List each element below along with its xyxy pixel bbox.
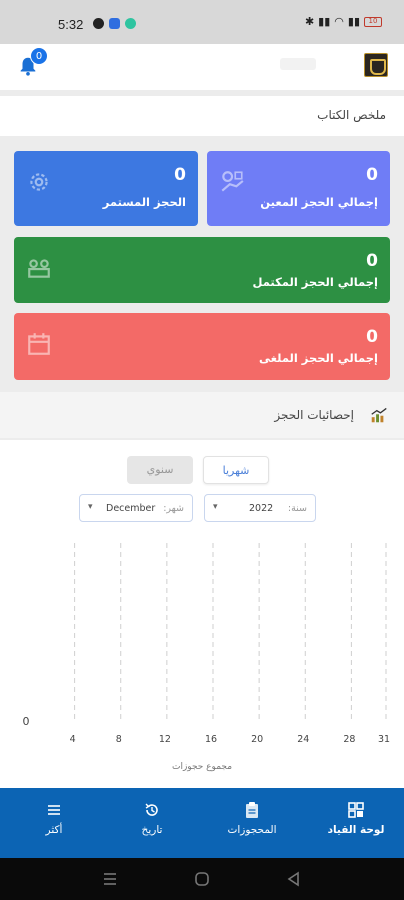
stats-title: إحصائيات الحجز xyxy=(274,408,354,422)
ongoing-booking-count: 0 xyxy=(174,165,186,185)
app-notification-icon xyxy=(125,18,136,29)
chevron-down-icon: ▾ xyxy=(213,502,218,512)
tab-yearly[interactable]: سنوي xyxy=(127,456,193,484)
home-icon[interactable] xyxy=(195,872,209,886)
assigned-booking-count: 0 xyxy=(366,165,378,185)
app-logo-text xyxy=(280,58,316,70)
battery-icon: 10 xyxy=(364,16,382,27)
summary-title: ملخص الكتاب xyxy=(317,108,386,122)
nav-dashboard[interactable]: لوحة القياد xyxy=(321,802,391,836)
nav-bookings-label: المحجوزات xyxy=(227,824,277,836)
ongoing-booking-card[interactable]: 0 الحجز المستمر xyxy=(14,151,198,226)
history-icon xyxy=(145,803,158,816)
calendar-icon xyxy=(28,333,50,355)
dashboard-icon xyxy=(348,802,364,818)
chart-x-tick-label: 4 xyxy=(70,734,76,745)
app-notification-icon xyxy=(109,18,120,29)
bottom-navigation: لوحة القياد المحجوزات تاريخ أكثر xyxy=(0,788,404,858)
notification-badge: 0 xyxy=(30,47,48,65)
stats-panel: شهريا سنوي سنة: 2022 ▾ شهر: December ▾ 4… xyxy=(0,440,404,788)
money-hand-icon xyxy=(221,171,244,192)
app-logo xyxy=(364,53,388,77)
status-bar: 5:32 ✱ ▮▮ ◠ ▮▮ 10 xyxy=(0,0,404,44)
chart-x-tick-label: 20 xyxy=(251,734,263,745)
chart-y-tick-label: 0 xyxy=(23,715,30,728)
year-select[interactable]: سنة: 2022 ▾ xyxy=(204,494,316,522)
assigned-booking-card[interactable]: 0 إجمالي الحجز المعين xyxy=(207,151,390,226)
recent-apps-icon[interactable] xyxy=(104,873,116,885)
nav-bookings[interactable]: المحجوزات xyxy=(217,802,287,836)
nav-dashboard-label: لوحة القياد xyxy=(327,824,385,836)
completed-booking-label: إجمالي الحجز المكتمل xyxy=(252,275,378,289)
status-indicators: ✱ ▮▮ ◠ ▮▮ 10 xyxy=(305,15,382,28)
summary-header: ملخص الكتاب xyxy=(0,96,404,136)
chevron-down-icon: ▾ xyxy=(88,502,93,512)
bookings-chart: 4 8 12 16 20 24 28 31 0 xyxy=(23,543,390,745)
assigned-booking-label: إجمالي الحجز المعين xyxy=(260,195,378,209)
group-icon xyxy=(28,259,50,278)
chart-x-tick-label: 12 xyxy=(159,734,171,745)
nav-history[interactable]: تاريخ xyxy=(117,802,187,836)
year-select-value: 2022 xyxy=(249,503,274,514)
nav-more[interactable]: أكثر xyxy=(19,802,89,836)
stats-header: إحصائيات الحجز xyxy=(0,392,404,438)
signal-icon: ▮▮ xyxy=(347,15,360,28)
chart-x-tick-label: 16 xyxy=(205,734,217,745)
chart-x-tick-label: 24 xyxy=(297,734,309,745)
status-time: 5:32 xyxy=(58,17,84,32)
nav-history-label: تاريخ xyxy=(141,824,163,836)
completed-booking-card[interactable]: 0 إجمالي الحجز المكتمل xyxy=(14,237,390,303)
chart-growth-icon xyxy=(371,407,387,423)
app-notification-icon xyxy=(93,18,104,29)
signal-icon: ▮▮ xyxy=(318,15,331,28)
nav-more-label: أكثر xyxy=(45,824,63,836)
tab-monthly[interactable]: شهريا xyxy=(203,456,269,484)
chart-x-tick-label: 31 xyxy=(378,734,390,745)
chart-x-label: مجموع حجوزات xyxy=(171,762,233,772)
cancelled-booking-label: إجمالي الحجز الملغى xyxy=(259,351,378,365)
back-icon[interactable] xyxy=(287,871,299,887)
ongoing-booking-label: الحجز المستمر xyxy=(102,195,186,209)
month-select[interactable]: شهر: December ▾ xyxy=(79,494,193,522)
wifi-icon: ◠ xyxy=(334,15,344,28)
month-select-value: December xyxy=(106,503,156,514)
bluetooth-icon: ✱ xyxy=(304,15,315,28)
year-select-caption: سنة: xyxy=(287,503,307,514)
chart-x-tick-label: 8 xyxy=(116,734,122,745)
system-navigation-bar xyxy=(0,858,404,900)
menu-icon xyxy=(48,805,60,815)
app-header: 0 xyxy=(0,44,404,90)
month-select-caption: شهر: xyxy=(163,503,184,514)
cancelled-booking-count: 0 xyxy=(366,327,378,347)
gear-icon xyxy=(30,173,48,191)
cancelled-booking-card[interactable]: 0 إجمالي الحجز الملغى xyxy=(14,313,390,380)
clipboard-icon xyxy=(246,802,258,818)
completed-booking-count: 0 xyxy=(366,251,378,271)
chart-x-tick-label: 28 xyxy=(343,734,355,745)
